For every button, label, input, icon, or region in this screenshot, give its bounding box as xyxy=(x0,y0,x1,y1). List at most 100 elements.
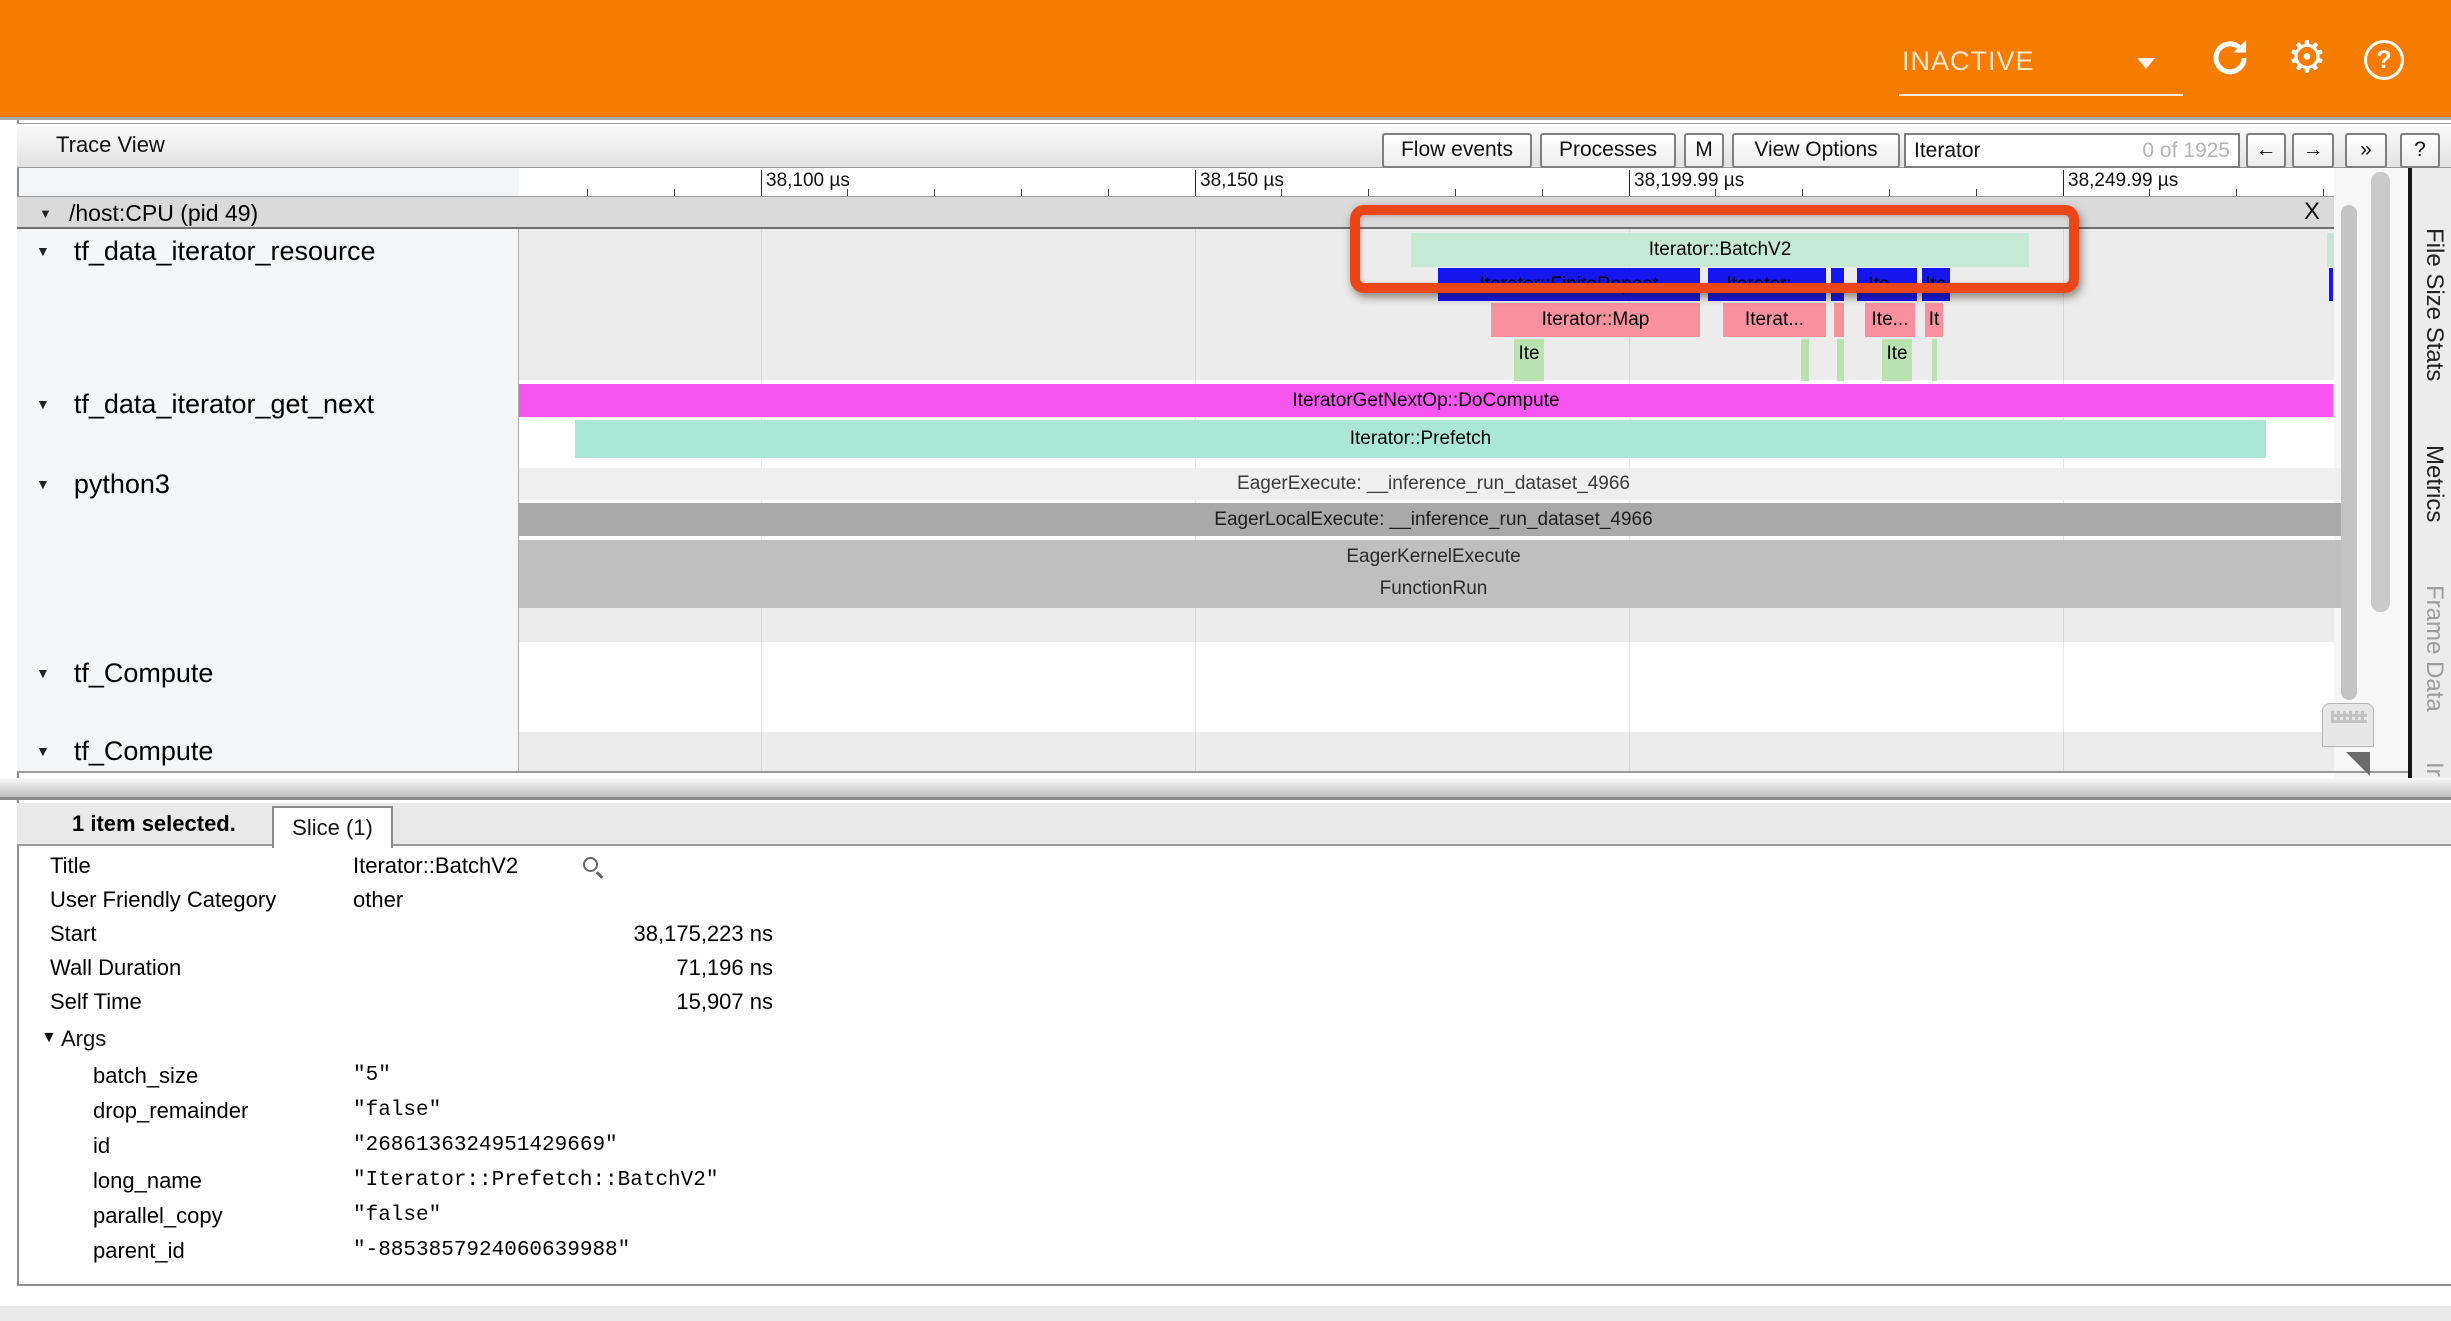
vertical-scrollbar-thumb[interactable] xyxy=(2341,205,2357,700)
ruler-left-mask xyxy=(19,168,519,196)
trace-slice[interactable] xyxy=(2327,233,2334,267)
detail-value: 71,196 ns xyxy=(353,955,773,981)
detail-label: User Friendly Category xyxy=(50,887,276,913)
magnifier-icon[interactable] xyxy=(583,857,598,872)
arg-name: parallel_copy xyxy=(93,1203,223,1229)
details-bottom-border xyxy=(17,1284,2451,1286)
help-button[interactable]: ? xyxy=(2364,40,2410,86)
trace-slice[interactable]: Iterator::Prefetch xyxy=(575,420,2266,458)
refresh-button[interactable] xyxy=(2207,35,2253,81)
arg-value: "false" xyxy=(353,1099,441,1122)
detail-row: TitleIterator::BatchV2 xyxy=(17,853,2417,885)
arg-row: drop_remainder"false" xyxy=(17,1098,2417,1130)
trace-slice[interactable] xyxy=(1801,339,1809,381)
sidebar-tab-ir: Ir xyxy=(2420,762,2448,777)
ruler-minor-tick xyxy=(1715,189,1716,196)
trace-slice[interactable] xyxy=(1837,339,1844,381)
track-label-tf_data_iterator_resource[interactable]: ▼ tf_data_iterator_resource xyxy=(17,233,517,269)
trace-slice[interactable]: Iterator::Map xyxy=(1491,303,1700,337)
arg-row: parent_id "-8853857924060639988" xyxy=(17,1238,2417,1270)
arg-name: long_name xyxy=(93,1168,202,1194)
toolbar-button-processes[interactable]: Processes xyxy=(1540,133,1676,168)
tab-slice[interactable]: Slice (1) xyxy=(272,806,393,848)
search-nav-button[interactable]: » xyxy=(2345,133,2387,168)
collapse-arrow-icon[interactable]: ▼ xyxy=(36,243,50,259)
header-shadow xyxy=(0,117,2451,120)
ruler-minor-tick xyxy=(2236,189,2237,196)
triangle-down-icon[interactable]: ▼ xyxy=(41,1029,57,1047)
search-nav-button[interactable]: ? xyxy=(2400,133,2440,168)
selection-status: 1 item selected. xyxy=(72,811,236,837)
trace-slice[interactable]: Ite xyxy=(1514,339,1544,381)
trace-slice[interactable] xyxy=(1834,303,1844,337)
trace-slice[interactable]: FunctionRun xyxy=(519,574,2348,608)
ruler-minor-tick xyxy=(674,189,675,196)
arg-name: id xyxy=(93,1133,110,1159)
trace-slice[interactable]: Iterat... xyxy=(1723,303,1826,337)
args-label: Args xyxy=(61,1026,106,1052)
arg-name: parent_id xyxy=(93,1238,185,1264)
trace-slice[interactable]: EagerKernelExecute xyxy=(519,540,2348,574)
empty-row-band xyxy=(519,608,2348,642)
trace-slice[interactable]: Ite xyxy=(1882,339,1912,381)
sidebar-tab-file-size-stats[interactable]: File Size Stats xyxy=(2420,228,2448,381)
sidebar-tab-metrics[interactable]: Metrics xyxy=(2420,445,2448,522)
toolbar-button-m[interactable]: M xyxy=(1684,133,1724,168)
empty-row-band xyxy=(519,732,2348,771)
arg-row: long_name"Iterator::Prefetch::BatchV2" xyxy=(17,1168,2417,1200)
arg-value: "-8853857924060639988" xyxy=(353,1239,630,1262)
track-label-tf_Compute[interactable]: ▼ tf_Compute xyxy=(17,655,517,691)
search-nav-button[interactable]: → xyxy=(2292,133,2334,168)
vertical-scrollbar-thumb[interactable] xyxy=(2371,172,2390,612)
detail-value: Iterator::BatchV2 xyxy=(353,853,518,879)
collapse-arrow-icon[interactable]: ▼ xyxy=(36,396,50,412)
tool-sidebar: File Size StatsMetricsFrame DataIr xyxy=(2408,168,2451,790)
trace-slice[interactable]: EagerExecute: __inference_run_dataset_49… xyxy=(519,468,2348,500)
search-input[interactable]: Iterator 0 of 1925 xyxy=(1904,133,2240,168)
close-icon[interactable]: X xyxy=(2304,198,2320,226)
detail-label: Start xyxy=(50,921,96,947)
search-value: Iterator xyxy=(1914,139,1981,163)
trace-slice[interactable]: EagerLocalExecute: __inference_run_datas… xyxy=(519,503,2348,536)
track-label-text: tf_data_iterator_resource xyxy=(74,236,376,267)
gear-icon: ⚙ xyxy=(2284,35,2330,81)
track-label-text: tf_Compute xyxy=(74,658,214,689)
trace-slice[interactable] xyxy=(2329,268,2333,301)
window-footer xyxy=(0,1306,2451,1321)
collapse-arrow-icon[interactable]: ▼ xyxy=(39,206,52,221)
detail-value: other xyxy=(353,887,403,913)
resize-grip[interactable] xyxy=(2322,703,2374,747)
detail-row: Start38,175,223 ns xyxy=(17,921,2417,953)
ruler-minor-tick xyxy=(1368,189,1369,196)
ruler-minor-tick xyxy=(1281,189,1282,196)
collapse-arrow-icon[interactable]: ▼ xyxy=(36,743,50,759)
toolbar-button-flow-events[interactable]: Flow events xyxy=(1382,133,1532,168)
refresh-icon xyxy=(2207,35,2253,81)
trace-slice[interactable] xyxy=(1932,339,1937,381)
trace-slice[interactable]: IteratorGetNextOp::DoCompute xyxy=(519,384,2333,417)
track-label-python3[interactable]: ▼python3 xyxy=(17,466,517,502)
search-result-count: 0 of 1925 xyxy=(1981,139,2230,163)
ruler-major-tick xyxy=(761,170,762,196)
run-status-select[interactable]: INACTIVE xyxy=(1899,40,2183,96)
arg-row: parallel_copy"false" xyxy=(17,1203,2417,1235)
detail-row: Self Time15,907 ns xyxy=(17,989,2417,1021)
panel-splitter[interactable] xyxy=(0,778,2451,800)
timeline-bottom-border xyxy=(17,771,2408,773)
toolbar-button-view-options[interactable]: View Options xyxy=(1732,133,1900,168)
trace-slice[interactable]: Ite... xyxy=(1865,303,1915,337)
args-header[interactable]: ▼Args xyxy=(17,1026,617,1058)
collapse-arrow-icon[interactable]: ▼ xyxy=(36,665,50,681)
collapse-arrow-icon[interactable]: ▼ xyxy=(36,476,50,492)
ruler-major-tick xyxy=(2063,170,2064,196)
collapse-triangle-icon[interactable] xyxy=(2346,752,2370,776)
ruler-minor-tick xyxy=(2149,189,2150,196)
ruler-tick-label: 38,249.99 µs xyxy=(2068,170,2178,192)
settings-button[interactable]: ⚙ xyxy=(2284,35,2330,81)
track-label-tf_data_iterator_get_next[interactable]: ▼tf_data_iterator_get_next xyxy=(17,386,517,422)
trace-slice[interactable]: It xyxy=(1925,303,1943,337)
search-nav-button[interactable]: ← xyxy=(2246,133,2286,168)
track-label-tf_Compute[interactable]: ▼tf_Compute xyxy=(17,733,517,769)
page-title: Trace View xyxy=(56,132,165,158)
detail-row: User Friendly Category other xyxy=(17,887,2417,919)
